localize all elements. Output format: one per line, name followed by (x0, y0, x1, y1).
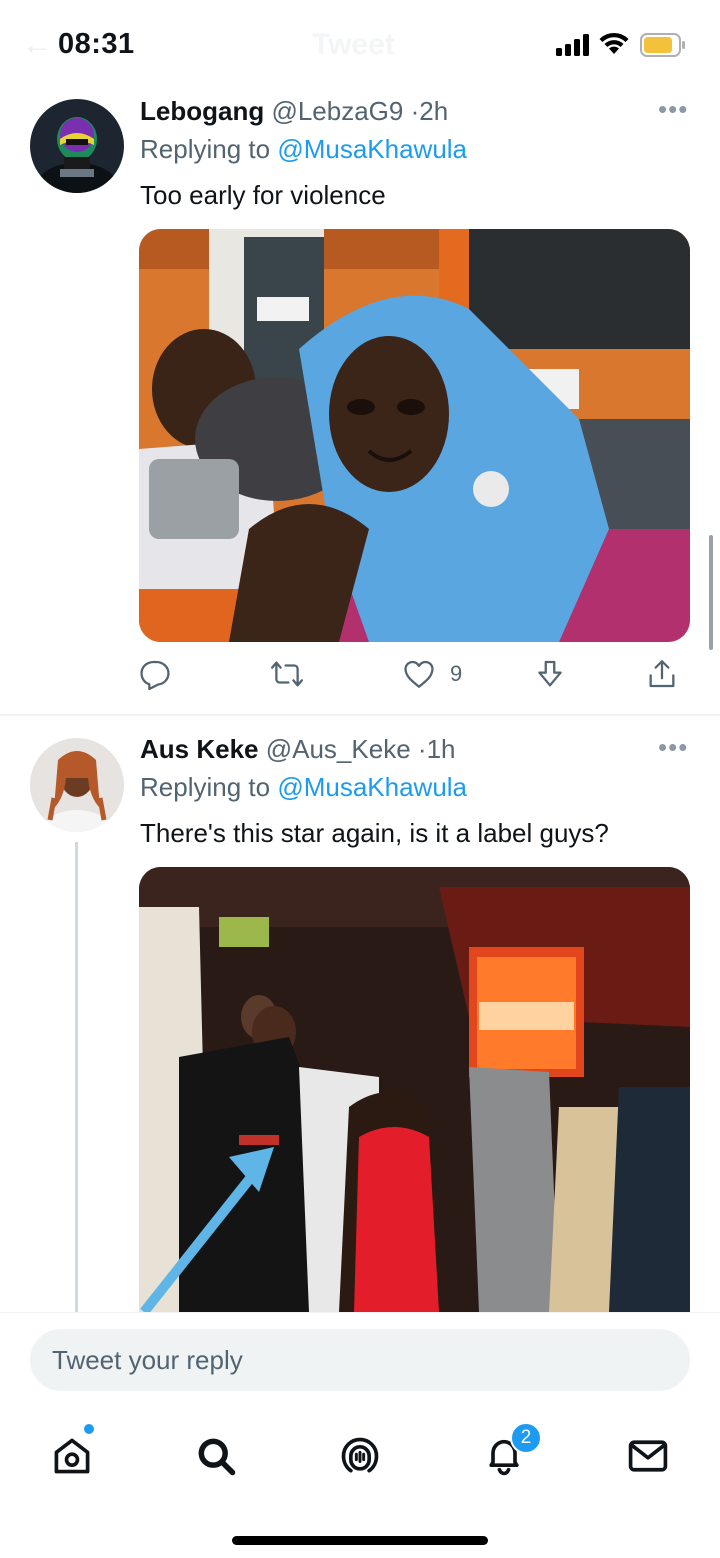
tweet-time[interactable]: 2h (419, 96, 448, 126)
home-indicator (232, 1536, 488, 1545)
user-handle[interactable]: @LebzaG9 (271, 96, 403, 126)
share-icon (649, 660, 675, 688)
tab-messages[interactable] (618, 1426, 678, 1486)
reply-icon (140, 660, 170, 691)
tweet-aus-keke[interactable]: Aus Keke @Aus_Keke ·1h ••• Replying to @… (0, 716, 720, 1312)
reply-input[interactable] (30, 1329, 690, 1391)
tweet-lebogang[interactable]: Lebogang @LebzaG9 ·2h ••• Replying to @M… (0, 0, 720, 716)
search-icon (198, 1438, 236, 1476)
avatar[interactable] (30, 99, 124, 193)
retweet-icon (270, 661, 304, 687)
like-button[interactable]: 9 (402, 655, 462, 693)
tweet-header: Aus Keke @Aus_Keke ·1h (140, 734, 455, 765)
tab-search[interactable] (186, 1426, 246, 1486)
display-name[interactable]: Aus Keke (140, 734, 259, 764)
replying-to-line: Replying to @MusaKhawula (140, 134, 467, 165)
tab-home[interactable] (42, 1426, 102, 1486)
tweet-actions: 9 (0, 655, 720, 695)
scroll-indicator[interactable] (709, 535, 713, 650)
tab-spaces[interactable] (330, 1426, 390, 1486)
thread-line (75, 842, 78, 1312)
reply-composer (0, 1312, 720, 1404)
replying-to-label: Replying to (140, 772, 271, 802)
tweet-header: Lebogang @LebzaG9 ·2h (140, 96, 448, 127)
tweet-time[interactable]: 1h (427, 734, 456, 764)
user-handle[interactable]: @Aus_Keke (266, 734, 411, 764)
heart-icon (404, 660, 434, 688)
retweet-button[interactable] (270, 655, 304, 693)
tweet-text: Too early for violence (140, 180, 386, 210)
spaces-icon (341, 1437, 379, 1473)
messages-icon (628, 1440, 668, 1472)
bottom-tab-bar: 2 (0, 1404, 720, 1558)
separator-dot: · (410, 96, 420, 126)
bookmark-button[interactable] (533, 655, 567, 693)
replying-to-label: Replying to (140, 134, 271, 164)
reply-button[interactable] (138, 655, 172, 693)
notifications-badge: 2 (510, 1422, 542, 1454)
display-name[interactable]: Lebogang (140, 96, 264, 126)
more-options-icon[interactable]: ••• (658, 732, 688, 763)
mention-link[interactable]: @MusaKhawula (277, 772, 467, 802)
more-options-icon[interactable]: ••• (658, 94, 688, 125)
tweet-photo[interactable] (139, 229, 690, 642)
mention-link[interactable]: @MusaKhawula (277, 134, 467, 164)
separator-dot: · (417, 734, 427, 764)
home-icon (54, 1438, 90, 1474)
share-button[interactable] (645, 655, 679, 693)
download-arrow-icon (538, 660, 562, 687)
tweet-text: There's this star again, is it a label g… (140, 818, 609, 848)
tweet-photo[interactable] (139, 867, 690, 1312)
avatar[interactable] (30, 738, 124, 832)
replying-to-line: Replying to @MusaKhawula (140, 772, 467, 803)
like-count: 9 (450, 661, 463, 686)
home-unread-dot (84, 1424, 94, 1434)
